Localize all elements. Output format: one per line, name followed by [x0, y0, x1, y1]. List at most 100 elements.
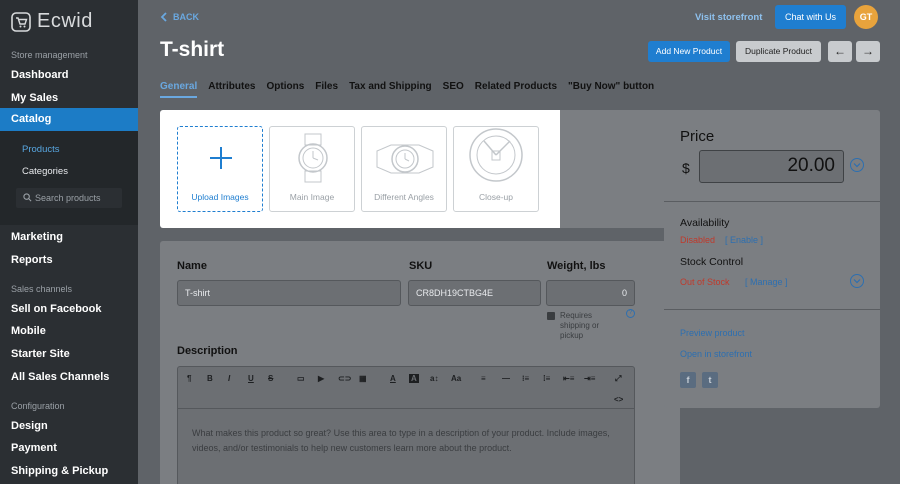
tab-files[interactable]: Files	[315, 81, 338, 98]
underline-icon[interactable]: U	[248, 374, 254, 383]
paragraph-icon[interactable]: ¶	[187, 374, 191, 383]
upload-images-label: Upload Images	[191, 192, 249, 202]
unordered-list-icon[interactable]: ⁞≡	[543, 374, 550, 383]
text-color-icon[interactable]: A	[390, 374, 396, 383]
pricing-panel: Price $ 20.00 Availability Disabled [ En…	[664, 110, 880, 408]
align-icon[interactable]: ≡	[481, 374, 486, 383]
close-up-slot[interactable]: Close-up	[453, 126, 539, 212]
outdent-icon[interactable]: ⇤≡	[563, 374, 574, 383]
weight-label: Weight, lbs	[547, 260, 606, 272]
section-label-store-management: Store management	[11, 50, 88, 60]
image-icon[interactable]: ▭	[297, 374, 305, 383]
sku-label: SKU	[409, 260, 433, 272]
requires-shipping-checkbox[interactable]	[547, 312, 555, 320]
logo[interactable]: Ecwid	[11, 10, 93, 33]
prev-product-button[interactable]: ←	[828, 41, 852, 62]
preview-product-link[interactable]: Preview product	[680, 328, 745, 338]
sidebar-item-mobile[interactable]: Mobile	[11, 325, 46, 337]
sidebar-item-sell-on-facebook[interactable]: Sell on Facebook	[11, 303, 101, 315]
italic-icon[interactable]: I	[228, 374, 230, 383]
chevron-down-icon[interactable]	[850, 158, 864, 172]
chevron-down-icon[interactable]	[850, 274, 864, 288]
sku-input[interactable]: CR8DH19CTBG4E	[408, 280, 541, 306]
tab-general[interactable]: General	[160, 81, 198, 98]
visit-storefront-link[interactable]: Visit storefront	[695, 12, 762, 23]
search-products-input[interactable]: Search products	[16, 188, 122, 208]
fullscreen-icon[interactable]: ⤢	[615, 374, 621, 384]
page-title: T-shirt	[160, 38, 225, 61]
sidebar-item-marketing[interactable]: Marketing	[11, 231, 63, 243]
name-label: Name	[177, 260, 207, 272]
sidebar-subitem-categories[interactable]: Categories	[22, 166, 68, 177]
sidebar-item-my-sales[interactable]: My Sales	[11, 92, 58, 104]
twitter-icon[interactable]: t	[702, 372, 718, 388]
background-color-icon[interactable]: A	[409, 374, 419, 383]
chat-button[interactable]: Chat with Us	[775, 5, 846, 29]
different-angles-slot[interactable]: Different Angles	[361, 126, 447, 212]
watch-icon	[298, 133, 328, 183]
sidebar-item-shipping[interactable]: Shipping & Pickup	[11, 465, 108, 477]
weight-input[interactable]: 0	[546, 280, 635, 306]
avatar[interactable]: GT	[854, 5, 878, 29]
strikethrough-icon[interactable]: S	[268, 374, 273, 383]
requires-shipping-label: Requires shipping or pickup	[560, 311, 600, 340]
sidebar-item-label: Catalog	[11, 113, 52, 125]
indent-icon[interactable]: ⇥≡	[584, 374, 595, 383]
catalog-submenu	[0, 131, 138, 225]
open-in-storefront-link[interactable]: Open in storefront	[680, 349, 752, 359]
description-placeholder: What makes this product so great? Use th…	[192, 428, 610, 453]
tab-options[interactable]: Options	[266, 81, 304, 98]
back-link[interactable]: BACK	[160, 12, 199, 22]
upload-images-button[interactable]: Upload Images	[177, 126, 263, 212]
sidebar-subitem-products[interactable]: Products	[22, 144, 60, 155]
tab-attributes[interactable]: Attributes	[208, 81, 255, 98]
font-size-icon[interactable]: a↕	[430, 374, 438, 383]
sidebar-item-reports[interactable]: Reports	[11, 254, 53, 266]
logo-text: Ecwid	[37, 10, 93, 32]
code-view-icon[interactable]: <>	[614, 395, 623, 404]
add-new-product-button[interactable]: Add New Product	[648, 41, 730, 62]
currency-symbol: $	[682, 160, 690, 176]
link-icon[interactable]: ⊂⊃	[338, 374, 351, 383]
availability-label: Availability	[680, 217, 730, 229]
sidebar-item-design[interactable]: Design	[11, 420, 48, 432]
sidebar-item-dashboard[interactable]: Dashboard	[11, 69, 68, 81]
plus-icon	[210, 147, 232, 169]
font-case-icon[interactable]: Aa	[451, 374, 461, 383]
enable-link[interactable]: [ Enable ]	[725, 235, 763, 245]
tab-related-products[interactable]: Related Products	[475, 81, 557, 98]
horizontal-rule-icon[interactable]: —	[502, 374, 510, 383]
description-editor[interactable]: ¶ B I U S ▭ ▶ ⊂⊃ ▦ A A a↕ Aa ≡ — ⁝≡ ⁞≡ ⇤…	[177, 366, 635, 484]
section-label-configuration: Configuration	[11, 401, 65, 411]
duplicate-product-button[interactable]: Duplicate Product	[736, 41, 821, 62]
tab-buy-now-button[interactable]: "Buy Now" button	[568, 81, 654, 98]
watch-closeup-icon	[469, 128, 523, 182]
manage-stock-link[interactable]: [ Manage ]	[745, 277, 788, 287]
sidebar-item-payment[interactable]: Payment	[11, 442, 57, 454]
back-label: BACK	[173, 12, 199, 22]
search-icon	[23, 193, 32, 202]
main-image-slot[interactable]: Main Image	[269, 126, 355, 212]
watch-angle-icon	[376, 144, 434, 174]
table-icon[interactable]: ▦	[359, 374, 367, 383]
sidebar-item-starter-site[interactable]: Starter Site	[11, 348, 70, 360]
price-input[interactable]: 20.00	[699, 150, 844, 183]
stock-control-label: Stock Control	[680, 256, 744, 268]
facebook-icon[interactable]: f	[680, 372, 696, 388]
ordered-list-icon[interactable]: ⁝≡	[522, 374, 529, 383]
sidebar-item-all-sales-channels[interactable]: All Sales Channels	[11, 371, 109, 383]
help-icon[interactable]: ?	[626, 309, 635, 318]
cart-icon	[11, 11, 31, 32]
next-product-button[interactable]: →	[856, 41, 880, 62]
video-icon[interactable]: ▶	[318, 374, 324, 383]
sidebar: Ecwid Store management Dashboard My Sale…	[0, 0, 138, 484]
bold-icon[interactable]: B	[207, 374, 213, 383]
tab-seo[interactable]: SEO	[443, 81, 464, 98]
different-angles-label: Different Angles	[374, 192, 434, 202]
name-input[interactable]: T-shirt	[177, 280, 401, 306]
search-placeholder: Search products	[35, 193, 101, 203]
stock-status: Out of Stock	[680, 277, 730, 287]
main-image-label: Main Image	[289, 192, 335, 202]
sidebar-item-catalog[interactable]: Catalog	[0, 108, 138, 131]
tab-tax-and-shipping[interactable]: Tax and Shipping	[349, 81, 432, 98]
